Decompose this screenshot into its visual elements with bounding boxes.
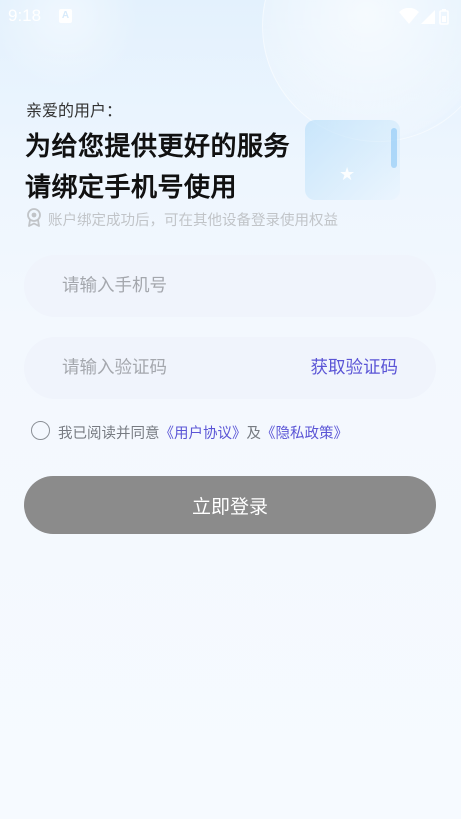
phone-input[interactable]: [62, 255, 402, 317]
login-button[interactable]: 立即登录: [24, 476, 436, 534]
status-time: 9:18: [8, 6, 42, 25]
page-title-line2: 请绑定手机号使用: [25, 173, 238, 203]
agreement-prefix: 我已阅读并同意: [58, 426, 160, 442]
verification-code-input[interactable]: [62, 337, 292, 399]
notification-icon: A: [59, 9, 72, 23]
battery-icon: [439, 9, 449, 25]
benefit-tip-text: 账户绑定成功后，可在其他设备登录使用权益: [48, 213, 338, 229]
get-verification-code-button[interactable]: 获取验证码: [311, 337, 399, 399]
greeting-text: 亲爱的用户：: [26, 101, 123, 120]
agreement-checkbox[interactable]: [31, 421, 50, 440]
background-decoration-card: ★: [305, 120, 400, 200]
wifi-icon: [399, 8, 419, 24]
badge-icon: [26, 208, 42, 231]
phone-field: [24, 255, 436, 317]
page-title-line1: 为给您提供更好的服务: [25, 132, 291, 162]
agreement-conjunction: 及: [246, 426, 262, 442]
cellular-signal-icon: [421, 10, 435, 24]
privacy-policy-link[interactable]: 《隐私政策》: [261, 426, 348, 442]
status-icons: [399, 8, 453, 25]
user-agreement-link[interactable]: 《用户协议》: [160, 426, 247, 442]
bind-phone-screen: ★ 9:18 A 亲爱的用户： 为给您提供更好的服务 请绑定手机号使用 账户绑定…: [0, 0, 461, 819]
status-bar: 9:18 A: [0, 0, 461, 34]
agreement-text: 我已阅读并同意《用户协议》及《隐私政策》: [58, 422, 348, 443]
code-field: 获取验证码: [24, 337, 436, 399]
